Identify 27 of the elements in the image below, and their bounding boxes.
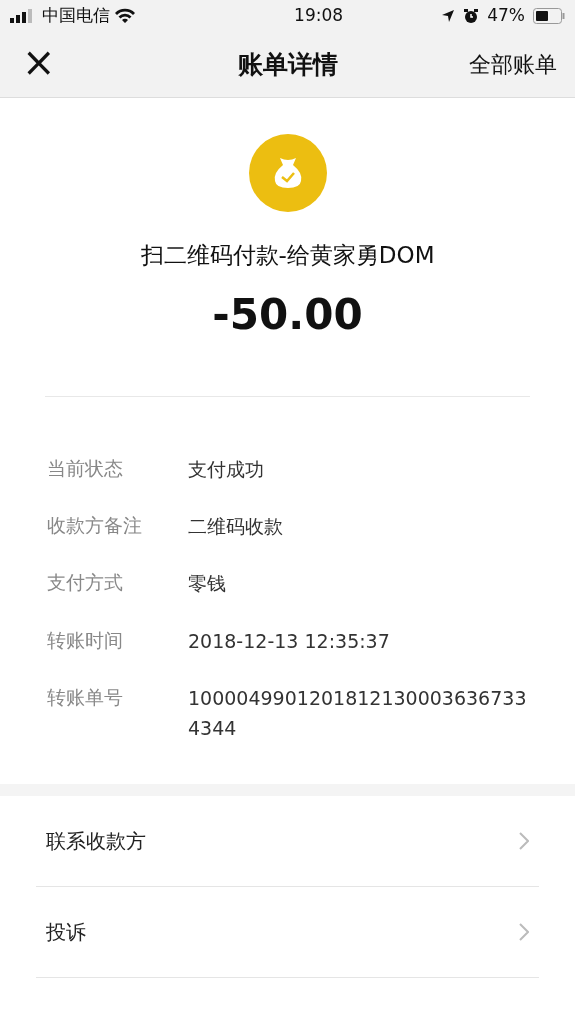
amount: -50.00	[212, 288, 363, 341]
close-button[interactable]: ×	[22, 42, 56, 82]
menu-item[interactable]: 投诉	[36, 886, 539, 978]
detail-label: 支付方式	[47, 570, 124, 596]
detail-label: 当前状态	[47, 455, 124, 481]
all-bills-link[interactable]: 全部账单	[469, 48, 557, 81]
chevron-right-icon	[519, 831, 529, 850]
detail-label: 转账单号	[47, 685, 124, 711]
location-arrow-icon	[441, 9, 456, 23]
detail-value: 支付成功	[188, 456, 264, 482]
detail-label: 收款方备注	[47, 512, 143, 538]
page-title: 账单详情	[237, 48, 338, 81]
menu-item[interactable]: 联系收款方	[36, 795, 539, 887]
money-bag-icon	[248, 134, 327, 212]
battery-icon	[533, 8, 565, 24]
clock-time: 19:08	[294, 4, 344, 28]
detail-value: 二维码收款	[188, 513, 283, 539]
payment-title: 扫二维码付款-给黄家勇DOM	[140, 241, 435, 270]
battery-percent: 47%	[487, 4, 525, 28]
alarm-clock-icon	[463, 8, 480, 24]
detail-label: 转账时间	[47, 627, 124, 653]
detail-value: 10000499012018121300036367334344	[188, 686, 528, 742]
detail-value: 2018-12-13 12:35:37	[188, 628, 390, 654]
chevron-right-icon	[519, 922, 529, 941]
detail-value: 零钱	[188, 571, 226, 597]
wifi-icon	[114, 8, 136, 24]
carrier-name: 中国电信	[42, 4, 110, 28]
